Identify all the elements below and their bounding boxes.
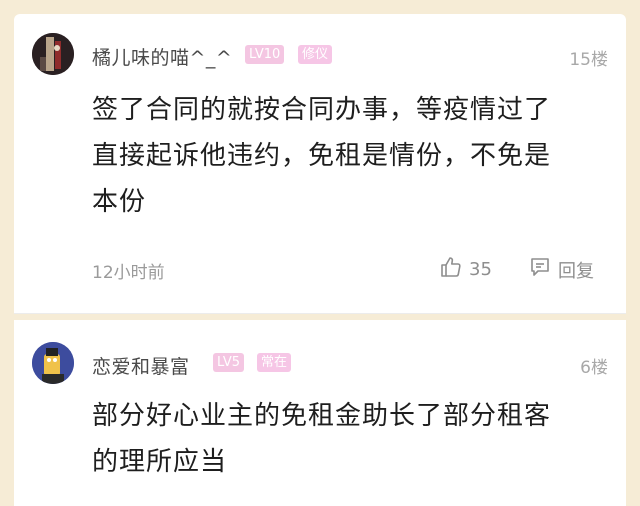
comment-content: 签了合同的就按合同办事，等疫情过了 直接起诉他违约，免租是情份，不免是 本份 <box>92 87 602 225</box>
comment-content: 部分好心业主的免租金助长了部分租客 的理所应当 <box>92 393 602 485</box>
portrait-avatar-icon[interactable] <box>32 33 74 75</box>
title-badge: 修仪 <box>298 45 333 64</box>
cartoon-avatar-icon[interactable] <box>32 342 74 384</box>
comment-card: 橘儿味的喵^_^ LV10 修仪 15楼 签了合同的就按合同办事，等疫情过了 直… <box>14 14 626 314</box>
floor-number: 15楼 <box>569 50 608 70</box>
title-badge: 常在 <box>257 353 292 372</box>
divider <box>14 313 626 314</box>
comment-line: 直接起诉他违约，免租是情份，不免是 <box>92 141 552 171</box>
like-button[interactable]: 35 <box>439 255 492 284</box>
level-badge: LV5 <box>213 353 244 372</box>
floor-number: 6楼 <box>580 358 608 378</box>
reply-label: 回复 <box>558 260 594 282</box>
like-count: 35 <box>469 259 492 280</box>
comment-line: 部分好心业主的免租金助长了部分租客 <box>92 401 552 431</box>
username[interactable]: 橘儿味的喵^_^ <box>92 43 232 70</box>
level-badge: LV10 <box>245 45 285 64</box>
comment-line: 本份 <box>92 187 147 217</box>
comment-line: 的理所应当 <box>92 447 228 477</box>
comment-line: 签了合同的就按合同办事，等疫情过了 <box>92 95 552 125</box>
username[interactable]: 恋爱和暴富 <box>92 352 190 379</box>
reply-button[interactable]: 回复 <box>528 255 594 284</box>
thumbs-up-icon <box>439 255 463 284</box>
comment-card: 恋爱和暴富 LV5 常在 6楼 部分好心业主的免租金助长了部分租客 的理所应当 <box>14 320 626 506</box>
comment-thread: 橘儿味的喵^_^ LV10 修仪 15楼 签了合同的就按合同办事，等疫情过了 直… <box>0 0 640 506</box>
comment-time: 12小时前 <box>92 263 165 283</box>
comment-bubble-icon <box>528 255 552 284</box>
